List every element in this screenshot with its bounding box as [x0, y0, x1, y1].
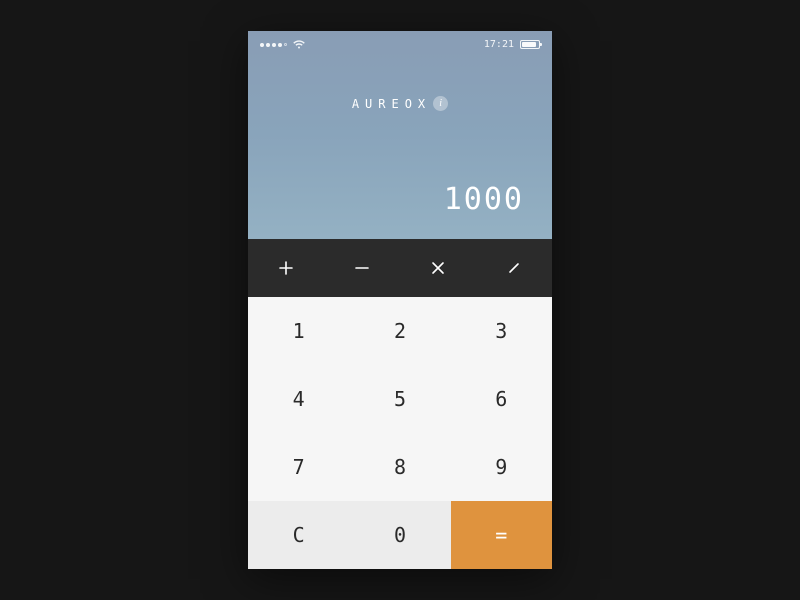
key-1[interactable]: 1: [248, 297, 349, 365]
battery-icon: [520, 40, 540, 49]
status-time: 17:21: [484, 39, 514, 50]
key-7[interactable]: 7: [248, 433, 349, 501]
calculator-display: 1000: [248, 111, 552, 239]
display-value: 1000: [444, 182, 524, 217]
info-icon[interactable]: i: [433, 96, 448, 111]
key-5[interactable]: 5: [349, 365, 450, 433]
wifi-icon: [293, 40, 305, 49]
key-2[interactable]: 2: [349, 297, 450, 365]
display-area: 17:21 AUREOX i 1000: [248, 31, 552, 239]
app-brand: AUREOX i: [248, 96, 552, 111]
key-0[interactable]: 0: [349, 501, 450, 569]
operator-row: [248, 239, 552, 297]
key-4[interactable]: 4: [248, 365, 349, 433]
add-button[interactable]: [248, 239, 324, 297]
key-3[interactable]: 3: [451, 297, 552, 365]
divide-button[interactable]: [476, 239, 552, 297]
subtract-button[interactable]: [324, 239, 400, 297]
keypad: 1 2 3 4 5 6 7 8 9 C 0 =: [248, 297, 552, 569]
calculator-app: 17:21 AUREOX i 1000 1 2 3 4 5 6: [248, 31, 552, 569]
signal-dots-icon: [260, 43, 287, 47]
key-8[interactable]: 8: [349, 433, 450, 501]
equals-button[interactable]: =: [451, 501, 552, 569]
status-left: [260, 40, 305, 49]
status-bar: 17:21: [248, 31, 552, 50]
app-name: AUREOX: [352, 97, 431, 111]
key-6[interactable]: 6: [451, 365, 552, 433]
clear-button[interactable]: C: [248, 501, 349, 569]
key-9[interactable]: 9: [451, 433, 552, 501]
status-right: 17:21: [484, 39, 540, 50]
multiply-button[interactable]: [400, 239, 476, 297]
